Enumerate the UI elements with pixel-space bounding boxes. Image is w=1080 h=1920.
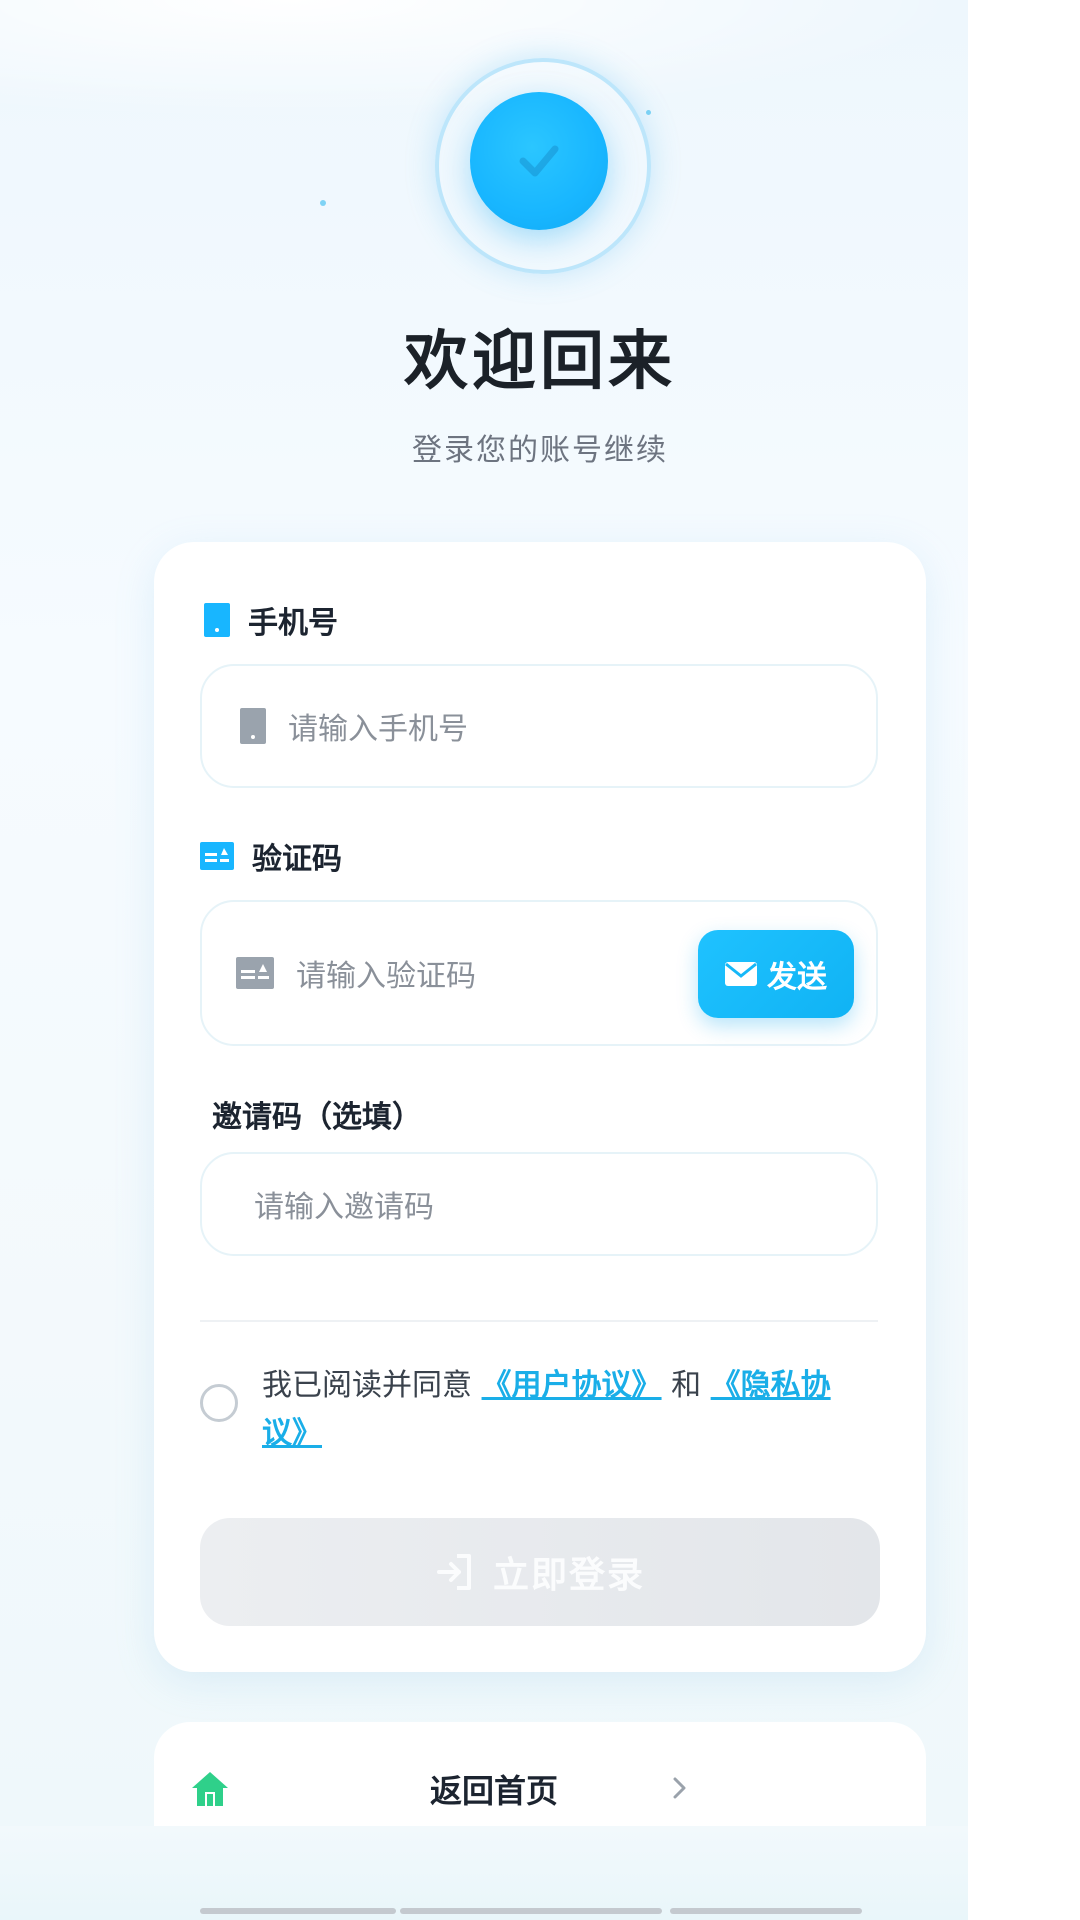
phone-input[interactable]: 请输入手机号 (288, 704, 468, 748)
send-code-button[interactable]: 发送 (698, 930, 854, 1018)
id-card-icon (236, 957, 274, 989)
mail-icon (725, 962, 757, 986)
user-agreement-link[interactable]: 《用户协议》 (482, 1368, 662, 1403)
decor-dot (320, 200, 326, 206)
agreement-checkbox[interactable] (200, 1384, 238, 1422)
agreement-text: 我已阅读并同意 《用户协议》 和 《隐私协议》 (262, 1368, 831, 1451)
nav-bar-segment (400, 1908, 662, 1914)
check-icon (519, 145, 559, 177)
id-card-icon (200, 842, 234, 870)
nav-bar-segment (200, 1908, 396, 1914)
nav-bar-segment (670, 1908, 862, 1914)
invite-field[interactable]: 请输入邀请码 (200, 1152, 878, 1256)
page-subtitle: 登录您的账号继续 (412, 433, 668, 468)
invite-input[interactable]: 请输入邀请码 (254, 1182, 434, 1226)
invite-label: 邀请码（选填） (212, 1100, 422, 1135)
phone-icon (240, 708, 266, 744)
code-field[interactable]: 请输入验证码 发送 (200, 900, 878, 1046)
code-label: 验证码 (200, 834, 342, 878)
phone-icon (204, 603, 230, 637)
login-card: 手机号 请输入手机号 验证码 请输入验证码 发送 邀请码（选填） 请输入邀请码 … (154, 542, 926, 1672)
login-button[interactable]: 立即登录 (200, 1518, 880, 1626)
login-icon (435, 1553, 475, 1591)
phone-field[interactable]: 请输入手机号 (200, 664, 878, 788)
divider (200, 1320, 878, 1322)
avatar (470, 92, 608, 230)
back-home-button[interactable]: 返回首页 (154, 1722, 926, 1842)
back-home-label: 返回首页 (429, 1772, 558, 1810)
right-margin (968, 0, 1080, 1920)
phone-label: 手机号 (204, 598, 338, 642)
code-input[interactable]: 请输入验证码 (296, 951, 476, 995)
agreement-row: 我已阅读并同意 《用户协议》 和 《隐私协议》 (200, 1362, 840, 1458)
decor-dot (646, 110, 651, 115)
bottom-fade (0, 1826, 968, 1920)
page-title: 欢迎回来 (404, 325, 676, 399)
login-screen: 欢迎回来 登录您的账号继续 手机号 请输入手机号 验证码 请输入验证码 发送 邀… (0, 0, 1080, 1920)
chevron-right-icon (672, 1776, 688, 1804)
